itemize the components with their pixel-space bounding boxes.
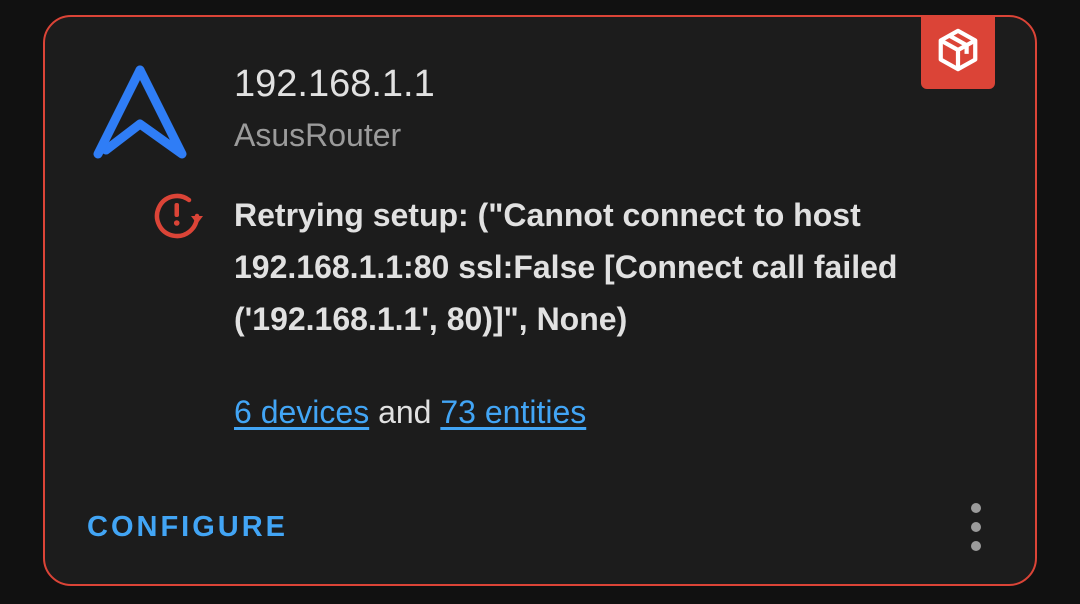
asusrouter-logo-icon [90, 62, 190, 162]
integration-name: AsusRouter [234, 117, 402, 153]
entities-link[interactable]: 73 entities [440, 394, 586, 430]
retry-alert-icon [153, 190, 213, 242]
integration-title: 192.168.1.1 [234, 63, 435, 105]
more-vertical-icon[interactable] [961, 503, 991, 551]
devices-link[interactable]: 6 devices [234, 394, 369, 430]
menu-dot [971, 503, 981, 513]
device-entity-links: 6 devices and 73 entities [234, 390, 586, 434]
and-text: and [369, 394, 441, 430]
integration-card: 192.168.1.1 AsusRouter Retrying setup: (… [43, 15, 1037, 586]
custom-integration-badge [921, 15, 995, 89]
menu-dot [971, 522, 981, 532]
configure-button[interactable]: CONFIGURE [87, 505, 288, 549]
cube-icon [935, 27, 981, 78]
menu-dot [971, 541, 981, 551]
status-message: Retrying setup: ("Cannot connect to host… [234, 197, 898, 337]
